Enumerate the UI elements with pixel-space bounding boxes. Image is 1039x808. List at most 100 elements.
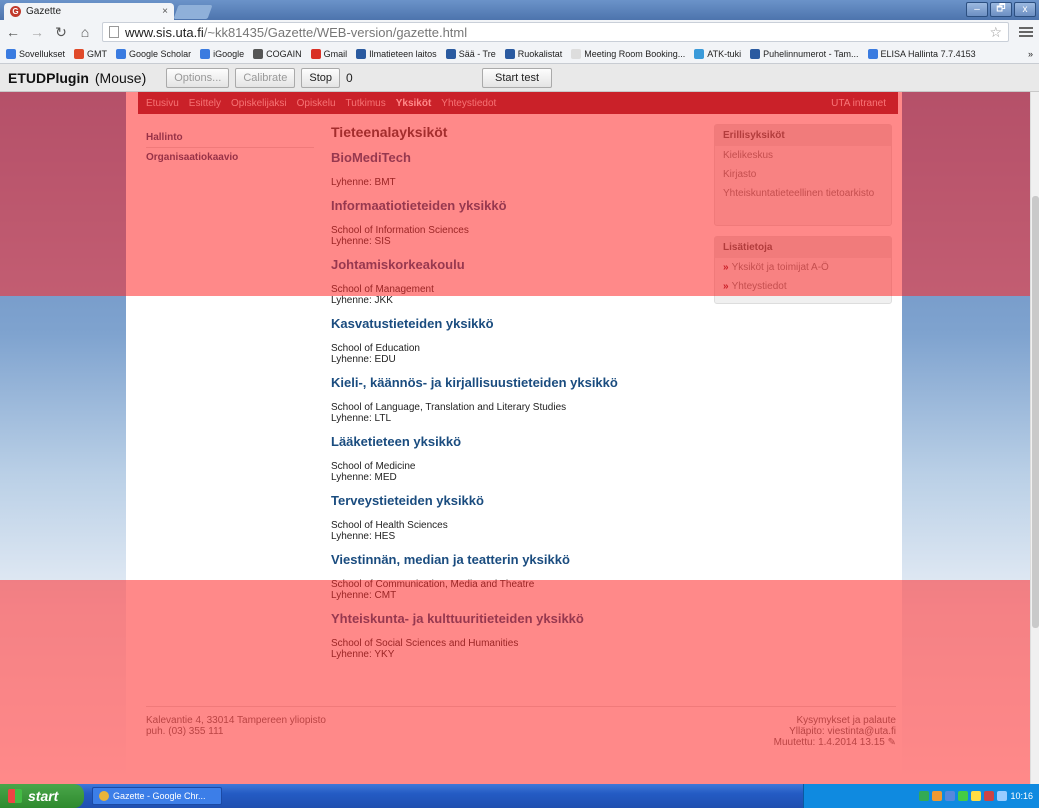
- bookmark-favicon-icon: [74, 48, 85, 59]
- link-kirjasto[interactable]: Kirjasto: [715, 165, 891, 184]
- clock[interactable]: 10:16: [1010, 791, 1033, 801]
- title-bar: G Gazette × – 🗗 x: [0, 0, 1039, 20]
- unit-entry: Kieli-, käännös- ja kirjallisuustieteide…: [331, 375, 701, 424]
- unit-name-link[interactable]: BioMediTech: [331, 150, 701, 165]
- chrome-menu-icon[interactable]: [1019, 27, 1033, 37]
- bookmark-label: Google Scholar: [129, 48, 192, 59]
- bookmark-favicon-icon: [356, 48, 367, 59]
- vertical-scrollbar[interactable]: [1030, 92, 1039, 784]
- bookmark-item[interactable]: Gmail: [310, 48, 347, 59]
- start-button[interactable]: start: [0, 784, 84, 808]
- bookmark-favicon-icon: [867, 48, 878, 59]
- bookmarks-overflow-icon[interactable]: »: [1028, 49, 1033, 59]
- site-nav-item[interactable]: Esittely: [189, 98, 221, 109]
- site-nav-item[interactable]: Yksiköt: [396, 98, 432, 109]
- left-navigation: Hallinto Organisaatiokaavio: [146, 128, 314, 167]
- bookmark-favicon-icon: [200, 48, 211, 59]
- maximize-button[interactable]: 🗗: [990, 2, 1012, 17]
- left-nav-item-hallinto[interactable]: Hallinto: [146, 128, 314, 148]
- bookmark-item[interactable]: Ruokalistat: [504, 48, 562, 59]
- page-footer: Kalevantie 4, 33014 Tampereen yliopisto …: [146, 706, 896, 748]
- link-kielikeskus[interactable]: Kielikeskus: [715, 146, 891, 165]
- unit-name-link[interactable]: Yhteiskunta- ja kulttuuritieteiden yksik…: [331, 611, 701, 626]
- bookmark-item[interactable]: ELISA Hallinta 7.7.4153: [867, 48, 976, 59]
- stop-button[interactable]: Stop: [301, 67, 340, 88]
- tray-update-icon[interactable]: [971, 791, 982, 801]
- tab-close-icon[interactable]: ×: [162, 6, 168, 17]
- unit-name-link[interactable]: Johtamiskorkeakoulu: [331, 257, 701, 272]
- taskbar-item-chrome[interactable]: Gazette - Google Chr...: [92, 787, 222, 805]
- tray-alert-icon[interactable]: [984, 791, 995, 801]
- tray-network-icon[interactable]: [919, 791, 930, 801]
- sample-count: 0: [346, 70, 353, 85]
- minimize-button[interactable]: –: [966, 2, 988, 17]
- unit-name-link[interactable]: Lääketieteen yksikkö: [331, 434, 701, 449]
- link-yhteystiedot[interactable]: » Yhteystiedot: [715, 277, 891, 296]
- bookmark-label: Puhelinnumerot - Tam...: [763, 48, 859, 59]
- home-icon[interactable]: ⌂: [78, 24, 92, 40]
- tray-volume-icon[interactable]: [997, 791, 1008, 801]
- site-nav-item[interactable]: Opiskelijaksi: [231, 98, 287, 109]
- page-background-right: [902, 92, 1030, 784]
- bookmark-item[interactable]: COGAIN: [253, 48, 302, 59]
- chrome-icon: [99, 791, 109, 801]
- uta-intranet-link[interactable]: UTA intranet: [831, 98, 886, 109]
- left-nav-item-organisaatiokaavio[interactable]: Organisaatiokaavio: [146, 148, 314, 167]
- tray-bluetooth-icon[interactable]: [945, 791, 956, 801]
- close-window-button[interactable]: x: [1014, 2, 1036, 17]
- calibrate-button[interactable]: Calibrate: [235, 67, 296, 88]
- unit-name-link[interactable]: Kieli-, käännös- ja kirjallisuustieteide…: [331, 375, 701, 390]
- bookmark-favicon-icon: [6, 48, 16, 59]
- reload-icon[interactable]: ↻: [54, 24, 68, 41]
- edit-pencil-icon[interactable]: ✎: [888, 737, 896, 748]
- erillisyksikot-box: Erillisyksiköt Kielikeskus Kirjasto Yhte…: [714, 124, 892, 226]
- site-navigation: Etusivu Esittely Opiskelijaksi Opiskelu Tutk…: [138, 92, 898, 114]
- site-nav-item[interactable]: Etusivu: [146, 98, 179, 109]
- tray-security-icon[interactable]: [932, 791, 943, 801]
- unit-name-link[interactable]: Terveystieteiden yksikkö: [331, 493, 701, 508]
- unit-abbreviation: Lyhenne: BMT: [331, 177, 396, 188]
- address-bar[interactable]: www.sis.uta.fi /~kk81435/Gazette/WEB-ver…: [102, 22, 1009, 42]
- bookmark-star-icon[interactable]: ☆: [989, 24, 1002, 41]
- bookmark-item[interactable]: Puhelinnumerot - Tam...: [750, 48, 859, 59]
- unit-abbreviation: Lyhenne: SIS: [331, 236, 391, 247]
- bookmark-item[interactable]: Meeting Room Booking...: [571, 48, 685, 59]
- bookmark-favicon-icon: [310, 48, 321, 59]
- start-test-button[interactable]: Start test: [482, 67, 553, 88]
- site-nav-item[interactable]: Tutkimus: [346, 98, 386, 109]
- unit-entry: Yhteiskunta- ja kulttuuritieteiden yksik…: [331, 611, 701, 660]
- bookmark-item[interactable]: GMT: [74, 48, 107, 59]
- footer-feedback-link[interactable]: Kysymykset ja palaute: [774, 715, 897, 726]
- options-button[interactable]: Options...: [166, 67, 230, 88]
- unit-name-link[interactable]: Informaatiotieteiden yksikkö: [331, 198, 701, 213]
- unit-entry: Johtamiskorkeakoulu School of Management L…: [331, 257, 701, 306]
- bookmark-item[interactable]: Sovellukset: [6, 48, 65, 59]
- unit-name-link[interactable]: Kasvatustieteiden yksikkö: [331, 316, 701, 331]
- unit-english-name: School of Medicine: [331, 461, 416, 472]
- site-nav-item[interactable]: Opiskelu: [297, 98, 336, 109]
- unit-entry: Kasvatustieteiden yksikkö School of Educa…: [331, 316, 701, 365]
- tab-title: Gazette: [26, 6, 62, 17]
- site-nav-item[interactable]: Yhteystiedot: [441, 98, 496, 109]
- arrow-icon: »: [723, 262, 729, 273]
- new-tab-button[interactable]: [173, 5, 213, 19]
- bookmark-item[interactable]: ATK-tuki: [694, 48, 741, 59]
- bookmark-item[interactable]: Ilmatieteen laitos: [356, 48, 437, 59]
- scrollbar-thumb[interactable]: [1032, 196, 1039, 628]
- start-label: start: [28, 788, 59, 804]
- bookmark-item[interactable]: Google Scholar: [116, 48, 192, 59]
- forward-arrow-icon[interactable]: →: [30, 24, 44, 40]
- link-tietoarkisto[interactable]: Yhteiskuntatieteellinen tietoarkisto: [715, 184, 891, 203]
- page-title: Tieteenalayksiköt: [331, 124, 448, 140]
- tray-wifi-icon[interactable]: [958, 791, 969, 801]
- bookmark-item[interactable]: iGoogle: [200, 48, 244, 59]
- link-yksikot-a-o[interactable]: » Yksiköt ja toimijat A-Ö: [715, 258, 891, 277]
- browser-tab[interactable]: G Gazette ×: [4, 3, 174, 20]
- unit-name-link[interactable]: Viestinnän, median ja teatterin yksikkö: [331, 552, 701, 567]
- back-arrow-icon[interactable]: ←: [6, 24, 20, 40]
- windows-flag-icon: [8, 789, 22, 803]
- bookmark-item[interactable]: Sää - Tre: [445, 48, 496, 59]
- footer-maintainer[interactable]: Ylläpito: viestinta@uta.fi: [774, 726, 896, 737]
- unit-entry: Informaatiotieteiden yksikkö School of In…: [331, 198, 701, 247]
- bookmark-favicon-icon: [116, 48, 127, 59]
